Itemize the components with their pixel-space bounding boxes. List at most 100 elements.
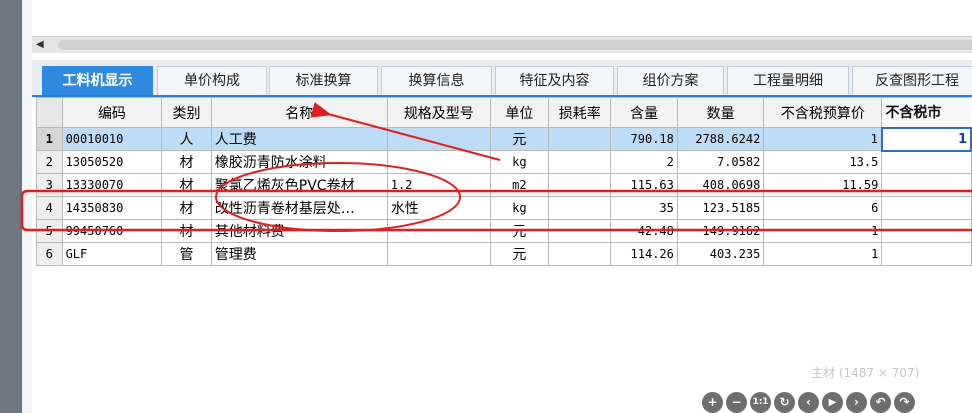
rotate-right-icon[interactable]: ↷ [894,392,915,413]
row-number[interactable]: 2 [36,150,63,174]
cell-quantity[interactable]: 123.5185 [676,196,765,220]
cell-loss[interactable] [547,127,612,151]
cell-name[interactable]: 聚氯乙烯灰色PVC卷材 [210,173,388,197]
cell-market-ex-tax[interactable] [881,173,972,197]
tab-quantity-detail[interactable]: 工程量明细 [727,66,849,95]
cell-category[interactable]: 管 [161,242,212,266]
col-header-loss[interactable]: 损耗率 [547,97,612,128]
cell-category[interactable]: 材 [161,150,212,174]
col-header-code[interactable]: 编码 [61,97,163,128]
row-number[interactable]: 4 [36,196,63,220]
cell-quantity[interactable]: 149.9162 [676,219,765,243]
table-row[interactable]: 3 13330070 材 聚氯乙烯灰色PVC卷材 1.2 m2 115.63 4… [36,173,972,197]
cell-loss[interactable] [547,173,612,197]
cell-code[interactable]: 13330070 [61,173,163,197]
cell-market-ex-tax[interactable] [881,196,972,220]
table-row[interactable]: 2 13050520 材 橡胶沥青防水涂料 kg 2 7.0582 13.5 [36,150,972,174]
table-row[interactable]: 5 99450760 材 其他材料费 元 42.48 149.9162 1 [36,219,972,243]
cell-content[interactable]: 115.63 [610,173,678,197]
cell-content[interactable]: 790.18 [610,127,678,151]
cell-unit[interactable]: kg [489,196,549,220]
cell-price-ex-tax[interactable]: 1 [763,242,883,266]
cell-market-ex-tax-active[interactable]: 1 [880,126,972,152]
zoom-in-icon[interactable]: + [702,392,723,413]
cell-spec[interactable] [386,219,491,243]
cell-content[interactable]: 114.26 [610,242,678,266]
cell-content[interactable]: 42.48 [610,219,678,243]
reset-icon[interactable]: ↻ [774,392,795,413]
play-icon[interactable]: ▶ [822,392,843,413]
cell-code[interactable]: 14350830 [61,196,163,220]
cell-spec[interactable]: 水性 [386,196,491,220]
col-header-market-ex-tax[interactable]: 不含税市 [881,97,971,128]
corner-cell[interactable] [36,97,63,128]
tab-features[interactable]: 特征及内容 [495,66,614,95]
cell-price-ex-tax[interactable]: 11.59 [763,173,883,197]
cell-code[interactable]: 99450760 [61,219,163,243]
cell-market-ex-tax[interactable] [881,219,972,243]
col-header-spec[interactable]: 规格及型号 [386,97,491,128]
cell-price-ex-tax[interactable]: 1 [763,219,883,243]
cell-category[interactable]: 人 [161,127,212,151]
cell-unit[interactable]: m2 [489,173,549,197]
cell-code[interactable]: GLF [61,242,163,266]
horizontal-scrollbar[interactable]: ◀ [32,36,972,53]
cell-spec[interactable] [386,127,491,151]
col-header-price-ex-tax[interactable]: 不含税预算价 [763,97,883,128]
cell-unit[interactable]: 元 [489,242,549,266]
tab-pricing-scheme[interactable]: 组价方案 [617,66,724,95]
cell-spec[interactable] [386,242,491,266]
row-number[interactable]: 1 [36,127,63,151]
rotate-left-icon[interactable]: ↶ [870,392,891,413]
zoom-out-icon[interactable]: − [726,392,747,413]
tab-unit-price[interactable]: 单价构成 [157,66,267,95]
col-header-category[interactable]: 类别 [161,97,212,128]
tab-conversion-info[interactable]: 换算信息 [381,66,492,95]
cell-name[interactable]: 改性沥青卷材基层处… [210,196,388,220]
cell-spec[interactable]: 1.2 [386,173,491,197]
cell-price-ex-tax[interactable]: 1 [763,127,883,151]
col-header-quantity[interactable]: 数量 [676,97,765,128]
cell-name[interactable]: 管理费 [210,242,388,266]
scrollbar-thumb[interactable] [58,40,972,50]
cell-quantity[interactable]: 2788.6242 [676,127,765,151]
tab-standard-conversion[interactable]: 标准换算 [269,66,378,95]
cell-code[interactable]: 13050520 [61,150,163,174]
cell-price-ex-tax[interactable]: 6 [763,196,883,220]
table-row[interactable]: 6 GLF 管 管理费 元 114.26 403.235 1 [36,242,972,266]
cell-category[interactable]: 材 [161,173,212,197]
cell-loss[interactable] [547,242,612,266]
cell-quantity[interactable]: 408.0698 [676,173,765,197]
table-row[interactable]: 1 00010010 人 人工费 元 790.18 2788.6242 1 1 [36,126,972,152]
col-header-unit[interactable]: 单位 [489,97,549,128]
row-number[interactable]: 3 [36,173,63,197]
cell-quantity[interactable]: 403.235 [676,242,765,266]
col-header-content[interactable]: 含量 [610,97,678,128]
cell-content[interactable]: 2 [610,150,678,174]
tab-labor-material-machine[interactable]: 工料机显示 [42,66,153,95]
cell-unit[interactable]: kg [489,150,549,174]
previous-icon[interactable]: ‹ [798,392,819,413]
cell-market-ex-tax[interactable] [881,150,972,174]
cell-unit[interactable]: 元 [489,127,549,151]
table-row[interactable]: 4 14350830 材 改性沥青卷材基层处… 水性 kg 35 123.518… [36,196,972,220]
scroll-left-icon[interactable]: ◀ [36,39,44,50]
row-number[interactable]: 5 [36,219,63,243]
cell-category[interactable]: 材 [161,196,212,220]
cell-loss[interactable] [547,219,612,243]
cell-name[interactable]: 橡胶沥青防水涂料 [210,150,388,174]
tab-reverse-lookup[interactable]: 反查图形工程 [852,66,972,95]
cell-content[interactable]: 35 [610,196,678,220]
cell-category[interactable]: 材 [161,219,212,243]
cell-quantity[interactable]: 7.0582 [676,150,765,174]
col-header-name[interactable]: 名称 [210,97,388,128]
cell-spec[interactable] [386,150,491,174]
cell-loss[interactable] [547,150,612,174]
cell-market-ex-tax[interactable] [881,242,972,266]
cell-code[interactable]: 00010010 [61,127,163,151]
cell-loss[interactable] [547,196,612,220]
cell-unit[interactable]: 元 [489,219,549,243]
cell-name[interactable]: 人工费 [210,127,388,151]
cell-name[interactable]: 其他材料费 [210,219,388,243]
actual-size-icon[interactable]: 1:1 [750,392,771,413]
